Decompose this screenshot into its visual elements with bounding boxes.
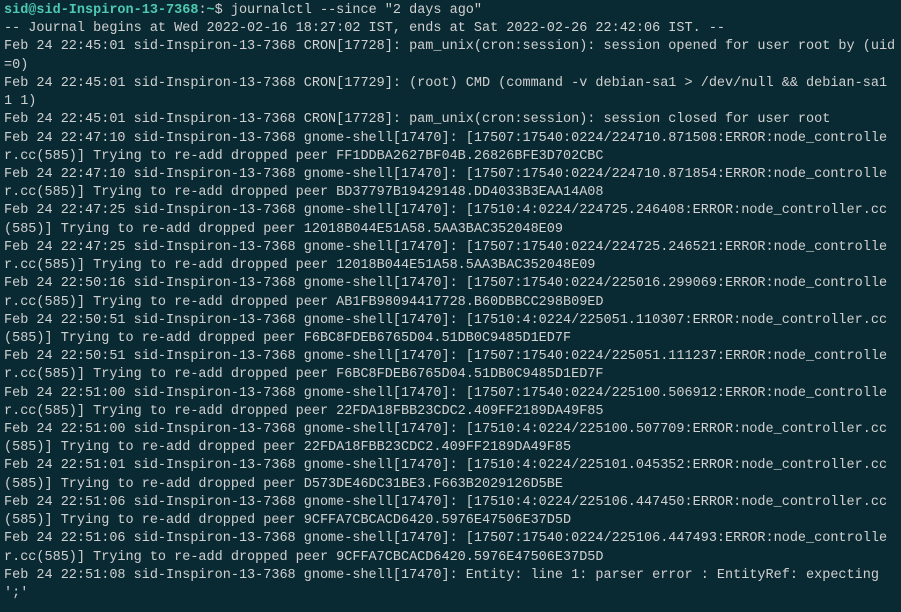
log-line: Feb 24 22:51:00 sid-Inspiron-13-7368 gno… [4,422,887,455]
log-line: Feb 24 22:47:10 sid-Inspiron-13-7368 gno… [4,167,887,200]
log-line: Feb 24 22:45:01 sid-Inspiron-13-7368 CRO… [4,76,895,109]
log-line: Feb 24 22:51:06 sid-Inspiron-13-7368 gno… [4,495,887,528]
log-line: Feb 24 22:51:00 sid-Inspiron-13-7368 gno… [4,386,887,419]
log-line: Feb 24 22:45:01 sid-Inspiron-13-7368 CRO… [4,39,895,72]
log-line: Feb 24 22:45:01 sid-Inspiron-13-7368 CRO… [4,112,830,127]
log-line: Feb 24 22:50:51 sid-Inspiron-13-7368 gno… [4,313,887,346]
prompt-user-host: sid@sid-Inspiron-13-7368 [4,3,198,18]
log-line: Feb 24 22:51:01 sid-Inspiron-13-7368 gno… [4,458,887,491]
log-line: Feb 24 22:51:06 sid-Inspiron-13-7368 gno… [4,531,887,564]
log-line: Feb 24 22:47:25 sid-Inspiron-13-7368 gno… [4,203,887,236]
command-text: journalctl --since "2 days ago" [231,3,482,18]
prompt-sep1: : [198,3,206,18]
log-line: Feb 24 22:50:16 sid-Inspiron-13-7368 gno… [4,276,887,309]
journal-header: -- Journal begins at Wed 2022-02-16 18:2… [4,21,725,36]
log-line: Feb 24 22:50:51 sid-Inspiron-13-7368 gno… [4,349,887,382]
prompt-sep2: $ [215,3,231,18]
log-line: Feb 24 22:47:25 sid-Inspiron-13-7368 gno… [4,240,887,273]
log-line: Feb 24 22:51:08 sid-Inspiron-13-7368 gno… [4,568,887,601]
prompt-path: ~ [207,3,215,18]
terminal-output[interactable]: sid@sid-Inspiron-13-7368:~$ journalctl -… [4,2,897,603]
log-line: Feb 24 22:47:10 sid-Inspiron-13-7368 gno… [4,131,887,164]
